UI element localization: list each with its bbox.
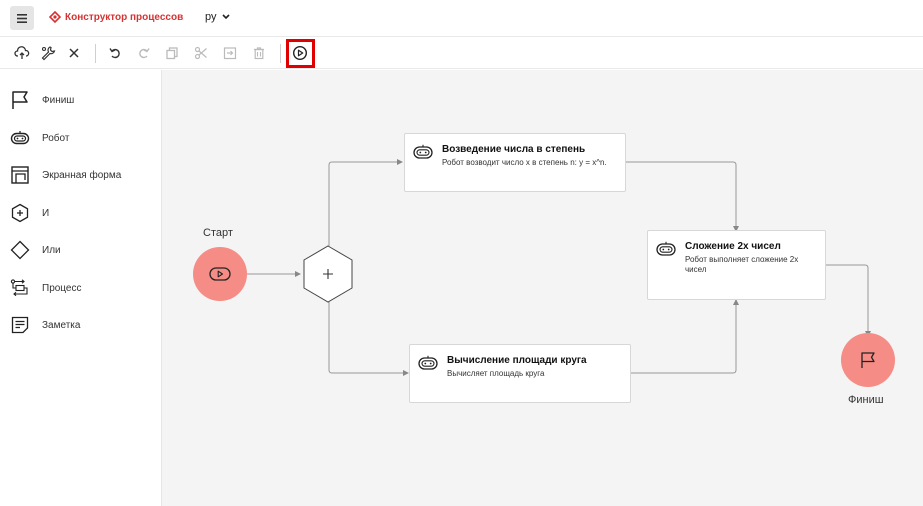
- robot-icon: [10, 128, 30, 148]
- task-sum[interactable]: Сложение 2х чисел Робот выполняет сложен…: [647, 230, 826, 300]
- start-event-label: Старт: [203, 227, 233, 239]
- start-event[interactable]: [193, 247, 247, 301]
- undo-icon: [109, 48, 120, 59]
- palette-item-and[interactable]: И: [10, 202, 49, 224]
- flag-icon: [10, 90, 30, 110]
- palette-item-label: Финиш: [42, 94, 75, 106]
- paste-icon: [223, 47, 237, 60]
- copy-icon: [166, 47, 178, 60]
- menu-button[interactable]: [10, 6, 34, 30]
- robot-icon: [656, 241, 676, 256]
- diagram-canvas[interactable]: Старт Возведение числа в степень Робот в…: [162, 70, 923, 506]
- toolbar: [0, 37, 923, 69]
- delete-button[interactable]: [250, 44, 268, 62]
- toolbar-separator: [280, 44, 281, 63]
- process-designer-app: Конструктор процессов ру Финиш Робот Экр…: [0, 0, 923, 506]
- edge-sum-to-finish: [824, 264, 871, 337]
- palette-item-label: Робот: [42, 132, 70, 144]
- palette-item-finish[interactable]: Финиш: [10, 89, 74, 111]
- brand-title: Конструктор процессов: [65, 11, 184, 23]
- save-cloud-button[interactable]: [13, 44, 31, 62]
- task-title: Вычисление площади круга: [447, 355, 587, 366]
- chevron-down-icon: [221, 14, 230, 20]
- palette-item-label: Или: [42, 244, 61, 256]
- redo-button[interactable]: [135, 44, 153, 62]
- task-circle-area[interactable]: Вычисление площади круга Вычисляет площа…: [409, 344, 631, 403]
- redo-icon: [139, 48, 150, 59]
- undo-button[interactable]: [106, 44, 124, 62]
- delete-icon: [254, 47, 264, 60]
- task-description: Робот возводит число x в степень n: y = …: [442, 158, 607, 167]
- close-button[interactable]: [65, 44, 83, 62]
- robot-icon: [413, 144, 433, 159]
- palette-item-process[interactable]: Процесс: [10, 277, 82, 299]
- task-title: Сложение 2х чисел: [685, 241, 781, 252]
- cut-icon: [194, 46, 207, 60]
- run-icon: [292, 45, 308, 61]
- finish-event-label: Финиш: [848, 394, 884, 406]
- palette-item-robot[interactable]: Робот: [10, 127, 69, 149]
- flag-icon: [861, 352, 875, 368]
- finish-event[interactable]: [841, 333, 895, 387]
- hamburger-icon: [17, 13, 27, 23]
- close-icon: [69, 48, 79, 58]
- language-select[interactable]: ру: [205, 11, 230, 23]
- app-header: Конструктор процессов ру: [0, 0, 923, 37]
- paste-button[interactable]: [221, 44, 239, 62]
- robot-icon: [418, 355, 438, 370]
- brand[interactable]: Конструктор процессов: [49, 11, 183, 23]
- play-icon: [209, 267, 231, 281]
- palette-item-note[interactable]: Заметка: [10, 314, 80, 336]
- note-icon: [10, 315, 30, 335]
- edge-circle-to-sum: [630, 299, 739, 374]
- task-description: Вычисляет площадь круга: [447, 369, 545, 378]
- settings-wrench-icon: [41, 46, 56, 61]
- edge-gateway-to-circle: [328, 302, 409, 376]
- task-description: Робот выполняет сложение 2х чисел: [685, 255, 799, 274]
- task-power[interactable]: Возведение числа в степень Робот возводи…: [404, 133, 626, 192]
- palette-item-or[interactable]: Или: [10, 239, 61, 261]
- task-title: Возведение числа в степень: [442, 144, 586, 155]
- palette-item-screen-form[interactable]: Экранная форма: [10, 164, 121, 186]
- brand-logo-icon: [49, 11, 61, 23]
- screen-form-icon: [10, 165, 30, 185]
- or-gateway-icon: [10, 240, 30, 260]
- element-palette: Финиш Робот Экранная форма И Или Процесс…: [0, 70, 162, 506]
- copy-button[interactable]: [163, 44, 181, 62]
- save-cloud-icon: [14, 46, 30, 59]
- process-icon: [10, 278, 30, 298]
- cut-button[interactable]: [192, 44, 210, 62]
- palette-item-label: Заметка: [42, 319, 81, 331]
- and-gateway[interactable]: [302, 244, 354, 304]
- edge-gateway-to-power: [328, 159, 403, 246]
- language-value: ру: [205, 11, 217, 23]
- palette-item-label: Процесс: [42, 282, 82, 294]
- settings-button[interactable]: [39, 44, 57, 62]
- palette-item-label: Экранная форма: [42, 169, 122, 181]
- toolbar-separator: [95, 44, 96, 63]
- run-button[interactable]: [291, 44, 309, 62]
- edge-power-to-sum: [624, 161, 739, 232]
- palette-item-label: И: [42, 207, 50, 219]
- and-gateway-icon: [10, 203, 30, 223]
